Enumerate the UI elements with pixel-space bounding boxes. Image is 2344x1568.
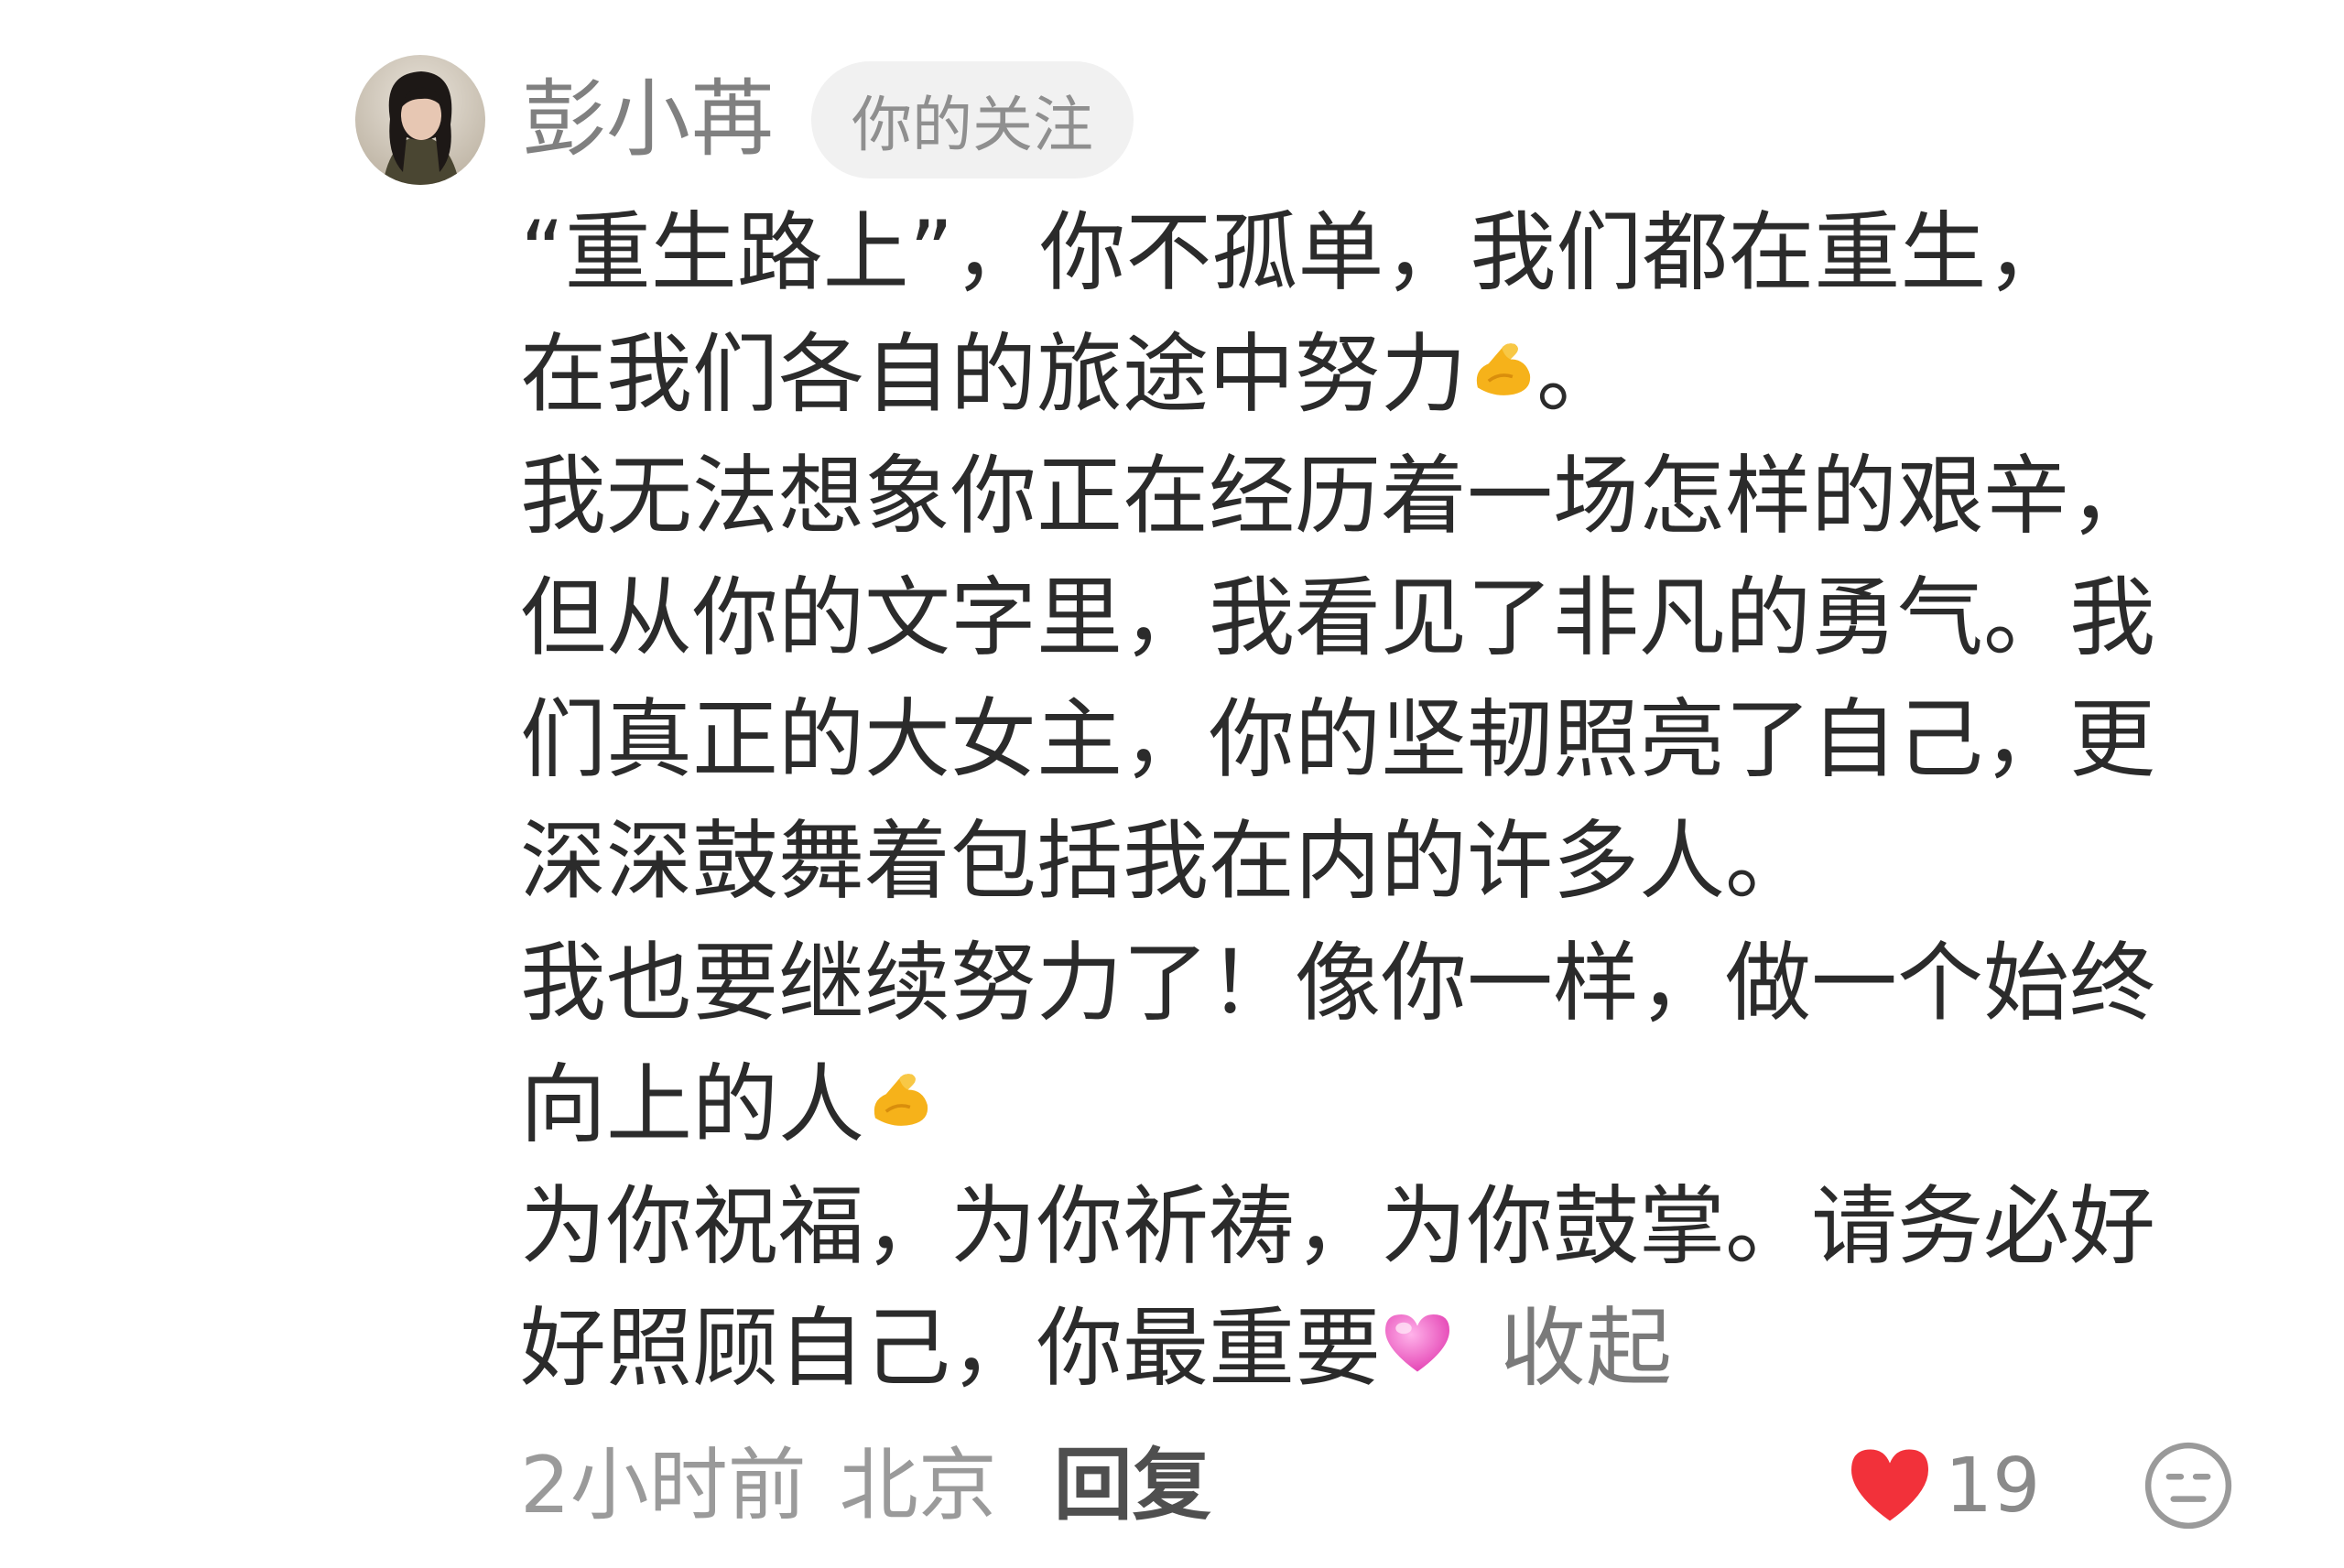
comment-body: “重生路上”，你不孤单，我们都在重生， 在我们各自的旅途中努力。 我无法想象你正…	[520, 192, 2223, 1410]
comment-line: 在我们各自的旅途中努力。	[520, 314, 2223, 436]
comment-line: 我也要继续努力了！像你一样，做一个始终	[520, 934, 2156, 1033]
comment-line: 为你祝福，为你祈祷，为你鼓掌。请务必好	[520, 1177, 2156, 1277]
avatar[interactable]	[355, 55, 485, 185]
comment-line: 好照顾自己，你最重要 收起	[520, 1288, 2223, 1410]
comment-header: 彭小苒 你的关注	[355, 55, 1134, 185]
pink-heart-emoji	[1381, 1287, 1454, 1409]
follow-badge: 你的关注	[811, 61, 1134, 178]
location: 北京	[839, 1440, 997, 1531]
flexed-biceps-emoji	[1467, 313, 1536, 435]
timestamp: 2小时前	[520, 1440, 807, 1531]
like-count: 19	[1945, 1442, 2041, 1530]
comment-footer: 2小时前 北京 回复 19	[520, 1435, 2241, 1536]
dislike-face-icon[interactable]	[2141, 1438, 2236, 1533]
comment-line-text: 在我们各自的旅途中努力	[520, 325, 1468, 425]
comment-line: 向上的人	[520, 1044, 2223, 1166]
flexed-biceps-emoji	[864, 1044, 934, 1165]
comment-line-text: 向上的人	[520, 1055, 865, 1155]
comment-line-punctuation: 。	[1536, 325, 1623, 425]
comment-line-text: 好照顾自己，你最重要	[520, 1299, 1382, 1399]
comment-card: 彭小苒 你的关注 “重生路上”，你不孤单，我们都在重生， 在我们各自的旅途中努力…	[0, 0, 2344, 1568]
like-button[interactable]: 19	[1846, 1435, 2040, 1536]
comment-line: “重生路上”，你不孤单，我们都在重生，	[520, 203, 2073, 303]
comment-line: 我无法想象你正在经历着一场怎样的艰辛，	[520, 447, 2156, 546]
comment-line: 但从你的文字里，我看见了非凡的勇气。我	[520, 568, 2156, 668]
comment-meta: 2小时前 北京 回复	[520, 1435, 1211, 1536]
comment-line: 们真正的大女主，你的坚韧照亮了自己，更	[520, 690, 2156, 790]
collapse-button[interactable]: 收起	[1500, 1299, 1672, 1399]
reply-button[interactable]: 回复	[1054, 1440, 1211, 1531]
heart-icon	[1846, 1444, 1934, 1528]
username[interactable]: 彭小苒	[522, 78, 775, 162]
comment-line: 深深鼓舞着包括我在内的许多人。	[520, 812, 1812, 912]
